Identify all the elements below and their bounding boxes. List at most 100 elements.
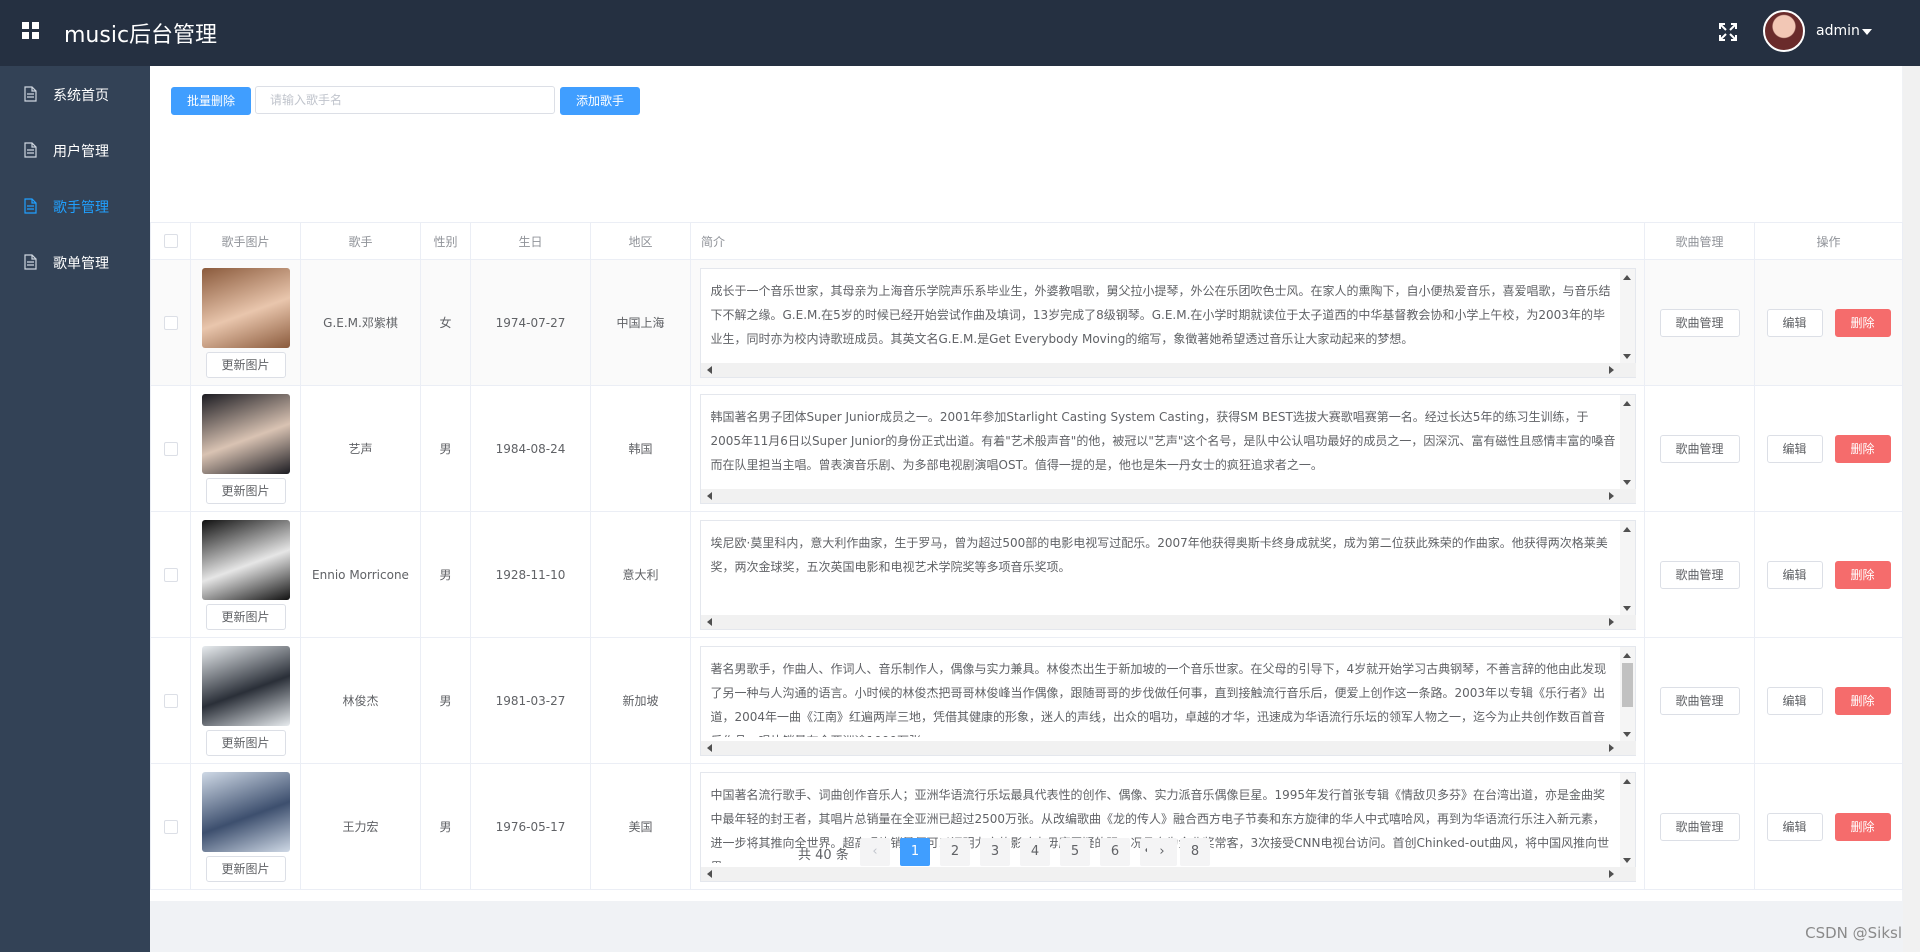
search-input[interactable] [255,86,555,114]
edit-button[interactable]: 编辑 [1766,434,1823,463]
singer-location: 美国 [590,763,691,890]
fullscreen-icon[interactable] [1718,22,1738,42]
scroll-left-icon[interactable] [706,617,712,626]
singer-location: 中国上海 [590,259,691,386]
scroll-right-icon[interactable] [1608,365,1614,374]
sidebar-item-singers[interactable]: 歌手管理 [0,178,150,234]
scroll-right-icon[interactable] [1608,491,1614,500]
scroll-up-icon[interactable] [1622,400,1631,406]
row-checkbox[interactable] [163,567,178,582]
horizontal-scrollbar[interactable] [700,740,1636,755]
row-select-cell[interactable] [150,511,191,638]
select-all-checkbox[interactable] [163,234,178,249]
update-photo-button[interactable]: 更新图片 [205,603,286,630]
prev-page-button[interactable]: ‹ [860,838,890,866]
scroll-down-icon[interactable] [1622,353,1631,359]
horizontal-scrollbar[interactable] [700,866,1636,881]
horizontal-scrollbar[interactable] [700,488,1636,503]
sidebar: 系统首页 用户管理 歌手管理 歌单管理 [0,66,150,952]
singer-photo [201,267,290,348]
scroll-down-icon[interactable] [1622,479,1631,485]
table-row: 更新图片 艺声男 1984-08-24 韩国 韩国著名男子团体Super Junior成… [150,385,1903,512]
row-select-cell[interactable] [150,637,191,764]
horizontal-scrollbar[interactable] [700,614,1636,629]
sidebar-item-label: 歌手管理 [53,200,109,216]
scroll-left-icon[interactable] [706,743,712,752]
song-manage-button[interactable]: 歌曲管理 [1659,308,1740,337]
intro-scroll-box[interactable]: 著名男歌手，作曲人、作词人、音乐制作人，偶像与实力兼具。林俊杰出生于新加坡的一个… [699,645,1636,756]
scroll-left-icon[interactable] [706,365,712,374]
scroll-up-icon[interactable] [1622,652,1631,658]
row-select-cell[interactable] [150,385,191,512]
sidebar-item-users[interactable]: 用户管理 [0,122,150,178]
sidebar-item-home[interactable]: 系统首页 [0,66,150,122]
song-manage-button[interactable]: 歌曲管理 [1659,560,1740,589]
delete-button[interactable]: 删除 [1834,686,1891,715]
intro-scroll-box[interactable]: 韩国著名男子团体Super Junior成员之一。2001年参加Starligh… [699,393,1636,504]
singer-photo-cell: 更新图片 [190,511,301,638]
intro-scroll-box[interactable]: 埃尼欧·莫里科内，意大利作曲家，生于罗马，曾为超过500部的电影电视写过配乐。2… [699,519,1636,630]
page-button[interactable]: 2 [940,838,970,866]
edit-button[interactable]: 编辑 [1766,560,1823,589]
singer-photo [201,645,290,726]
delete-button[interactable]: 删除 [1834,434,1891,463]
page-button[interactable]: 3 [980,838,1010,866]
singer-intro-cell: 埃尼欧·莫里科内，意大利作曲家，生于罗马，曾为超过500部的电影电视写过配乐。2… [690,511,1645,638]
song-manage-button[interactable]: 歌曲管理 [1659,434,1740,463]
total-count: 共 40 条 [798,848,849,863]
singer-table: 歌手图片 歌手 性别 生日 地区 简介 歌曲管理 操作 更新图片 G.E.M.邓紫… [150,222,1903,890]
caret-down-icon[interactable] [1862,29,1872,35]
add-singer-button[interactable]: 添加歌手 [560,87,640,115]
vertical-scrollbar[interactable] [1619,268,1635,365]
update-photo-button[interactable]: 更新图片 [205,477,286,504]
scroll-down-icon[interactable] [1622,605,1631,611]
scroll-up-icon[interactable] [1622,526,1631,532]
scroll-down-icon[interactable] [1622,731,1631,737]
select-all-cell[interactable] [150,222,191,260]
scroll-left-icon[interactable] [706,491,712,500]
row-checkbox[interactable] [163,441,178,456]
update-photo-button[interactable]: 更新图片 [205,729,286,756]
page-button[interactable]: 1 [900,838,930,866]
page-button[interactable]: 6 [1100,838,1130,866]
vertical-scrollbar[interactable] [1619,394,1635,491]
page-scrollbar[interactable] [1903,66,1920,952]
row-select-cell[interactable] [150,259,191,386]
page-button[interactable]: 8 [1180,838,1210,866]
scroll-right-icon[interactable] [1608,869,1614,878]
vertical-scrollbar[interactable] [1619,646,1635,743]
intro-scroll-box[interactable]: 成长于一个音乐世家，其母亲为上海音乐学院声乐系毕业生，外婆教唱歌，舅父拉小提琴，… [699,267,1636,378]
edit-button[interactable]: 编辑 [1766,308,1823,337]
document-icon [24,254,37,270]
delete-button[interactable]: 删除 [1834,308,1891,337]
batch-delete-button[interactable]: 批量删除 [171,87,251,115]
row-checkbox[interactable] [163,315,178,330]
collapse-menu-icon[interactable] [22,22,40,40]
update-photo-button[interactable]: 更新图片 [205,351,286,378]
user-avatar[interactable] [1763,10,1805,52]
scroll-thumb[interactable] [1621,662,1633,707]
singer-birth: 1981-03-27 [470,637,591,764]
row-checkbox[interactable] [163,819,178,834]
row-checkbox[interactable] [163,693,178,708]
user-name[interactable]: admin [1816,23,1860,39]
scroll-right-icon[interactable] [1608,743,1614,752]
scroll-up-icon[interactable] [1622,274,1631,280]
song-manage-button[interactable]: 歌曲管理 [1659,686,1740,715]
edit-button[interactable]: 编辑 [1766,686,1823,715]
scroll-up-icon[interactable] [1622,778,1631,784]
singer-name: 王力宏 [300,763,421,890]
column-header: 操作 [1754,222,1903,260]
row-select-cell[interactable] [150,763,191,890]
column-header: 歌曲管理 [1644,222,1755,260]
scroll-left-icon[interactable] [706,869,712,878]
scroll-right-icon[interactable] [1608,617,1614,626]
delete-button[interactable]: 删除 [1834,560,1891,589]
page-button[interactable]: 4 [1020,838,1050,866]
horizontal-scrollbar[interactable] [700,362,1636,377]
sidebar-item-playlists[interactable]: 歌单管理 [0,234,150,290]
page-button[interactable]: 5 [1060,838,1090,866]
next-page-button[interactable]: › [1147,838,1177,866]
vertical-scrollbar[interactable] [1619,520,1635,617]
singer-sex: 男 [420,385,471,512]
